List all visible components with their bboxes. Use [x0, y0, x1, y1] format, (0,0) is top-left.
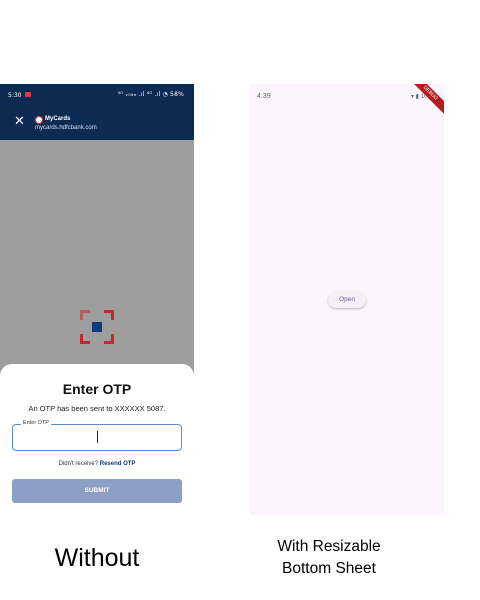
status-time: 4:39: [257, 93, 271, 100]
caption-without: Without: [54, 544, 140, 572]
open-button[interactable]: Open: [328, 292, 366, 308]
otp-title: Enter OTP: [62, 381, 132, 397]
status-signal: ⁴ᴳ ᵥ₀ₗₜₑ .ıl ⁴ᴳ .ıl ◔ 58%: [117, 91, 184, 98]
status-time: 5:30: [8, 92, 22, 99]
otp-input[interactable]: Enter OTP: [12, 420, 182, 451]
app-brand: MyCards: [45, 116, 71, 122]
caption-line-2: Bottom Sheet: [282, 560, 376, 577]
mycards-logo-icon: [35, 116, 43, 124]
close-icon[interactable]: ✕: [14, 114, 25, 127]
caption-line-1: With Resizable: [277, 538, 381, 555]
submit-button[interactable]: SUBMIT: [12, 479, 182, 503]
recording-icon: [25, 92, 31, 97]
app-url: mycards.hdfcbank.com: [35, 125, 97, 131]
status-bar: 4:39 ▾ ▮ 100%: [250, 84, 444, 108]
right-phone-screen: 4:39 ▾ ▮ 100% DEBUG Open: [250, 84, 444, 515]
otp-bottom-sheet: Enter OTP An OTP has been sent to XXXXXX…: [0, 364, 194, 520]
resend-prefix: Didn't receive?: [58, 461, 99, 467]
resend-otp-link[interactable]: Resend OTP: [100, 461, 136, 467]
left-phone-screen: 5:30 ⁴ᴳ ᵥ₀ₗₜₑ .ıl ⁴ᴳ .ıl ◔ 58% ✕ MyCards…: [0, 84, 194, 520]
app-bar: ✕ MyCards mycards.hdfcbank.com: [0, 106, 194, 140]
status-bar: 5:30 ⁴ᴳ ᵥ₀ₗₜₑ .ıl ⁴ᴳ .ıl ◔ 58%: [0, 84, 194, 106]
resend-row: Didn't receive? Resend OTP: [0, 461, 194, 467]
caption-with-resizable: With Resizable Bottom Sheet: [240, 536, 418, 580]
otp-message: An OTP has been sent to XXXXXX 5087.: [28, 404, 166, 413]
otp-input-label: Enter OTP: [21, 420, 51, 426]
hdfc-loader-icon: [80, 310, 114, 344]
text-cursor: [97, 431, 98, 443]
